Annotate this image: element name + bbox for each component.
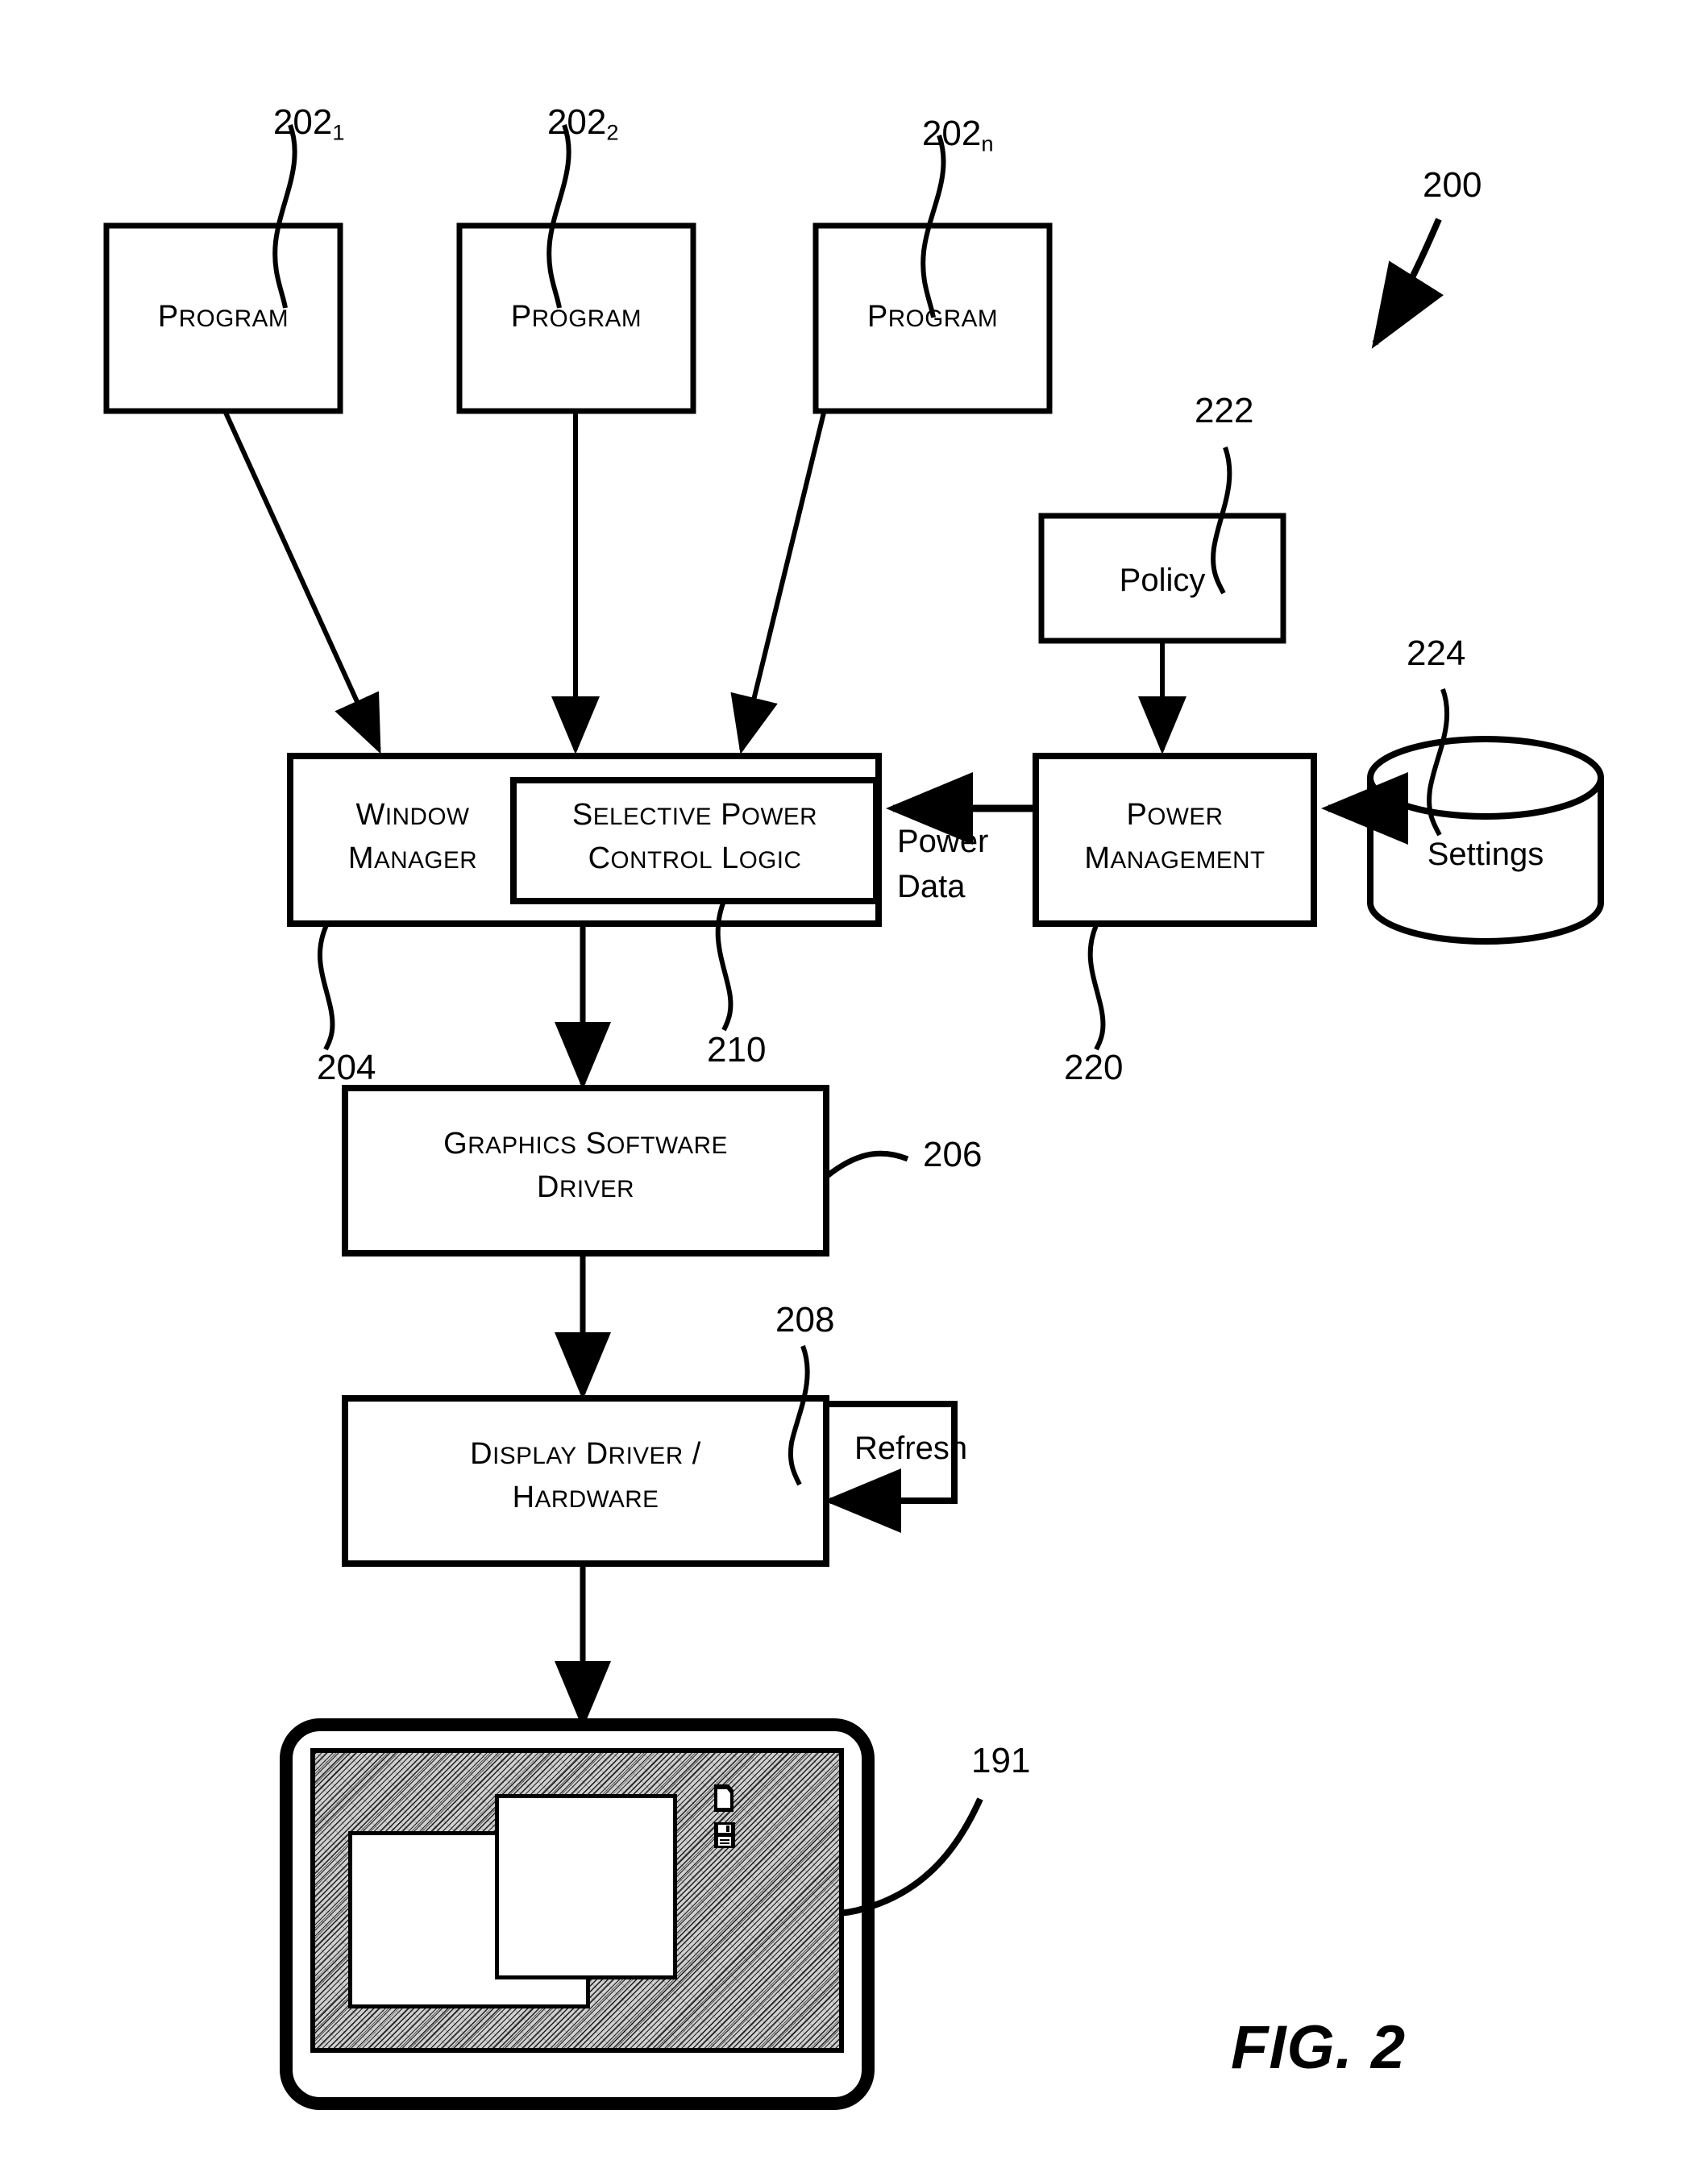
ref-202-n-sub: n	[981, 131, 994, 156]
ref-210: 210	[707, 1030, 767, 1070]
selective-power-control-logic-label-line1: SELECTIVE POWER	[571, 798, 818, 832]
ref-200: 200	[1423, 165, 1482, 205]
ref-208: 208	[775, 1300, 835, 1340]
ref-202-2-sub: 2	[606, 119, 619, 145]
graphics-software-driver-label-line2: DRIVER	[537, 1170, 634, 1204]
settings-label: Settings	[1427, 837, 1544, 872]
patent-figure-page: 2021 2022 202n 200 PROGRAM PROGRAM PROGR…	[0, 0, 1708, 2160]
selective-power-control-logic-label-line2: CONTROL LOGIC	[588, 841, 802, 875]
ref-222: 222	[1195, 391, 1254, 430]
ref-224: 224	[1407, 633, 1466, 673]
power-management-label-line1: POWER	[1126, 798, 1224, 832]
arrow-program1-to-wm	[223, 411, 381, 754]
power-data-label-line1: Power	[897, 824, 989, 859]
ref-202-n-base: 202	[921, 114, 982, 154]
refresh-label: Refresh	[854, 1431, 968, 1466]
document-icon[interactable]	[709, 1783, 738, 1815]
arrow-program3-to-wm	[730, 412, 826, 754]
ref-202-1-sub: 1	[332, 119, 345, 145]
ref-202-1: 2021	[234, 63, 345, 185]
figure-caption: FIG. 2	[1231, 2013, 1407, 2082]
ref-204: 204	[317, 1048, 376, 1087]
leader-200	[1371, 218, 1444, 349]
ref-206: 206	[923, 1135, 983, 1174]
program-label-1: PROGRAM	[157, 300, 289, 334]
program-label-3: PROGRAM	[866, 300, 999, 334]
ref-202-2: 2022	[508, 63, 619, 185]
ref-191: 191	[971, 1741, 1031, 1780]
leader-220	[1087, 924, 1106, 1051]
power-management-box	[1033, 753, 1317, 927]
ref-202-1-base: 202	[272, 102, 333, 143]
display-driver-hardware-label-line2: HARDWARE	[512, 1481, 659, 1514]
window-manager-label-line2: MANAGER	[347, 841, 478, 875]
leader-206	[824, 1150, 909, 1179]
graphics-software-driver-label-line1: GRAPHICS SOFTWARE	[443, 1127, 728, 1161]
power-data-label-line2: Data	[897, 869, 966, 904]
ref-202-n: 202n	[883, 74, 994, 197]
power-management-label-line2: MANAGEMENT	[1084, 841, 1265, 875]
settings-cylinder-top	[1367, 736, 1604, 820]
ref-220: 220	[1064, 1048, 1124, 1087]
ref-202-2-base: 202	[546, 102, 607, 143]
policy-label: Policy	[1119, 563, 1206, 598]
desktop-window-front[interactable]	[495, 1794, 677, 1979]
leader-204	[317, 924, 335, 1051]
display-driver-hardware-label-line1: DISPLAY DRIVER /	[470, 1437, 701, 1471]
program-label-2: PROGRAM	[510, 300, 642, 334]
window-manager-label-line1: WINDOW	[355, 798, 470, 832]
floppy-save-icon[interactable]	[711, 1820, 738, 1851]
